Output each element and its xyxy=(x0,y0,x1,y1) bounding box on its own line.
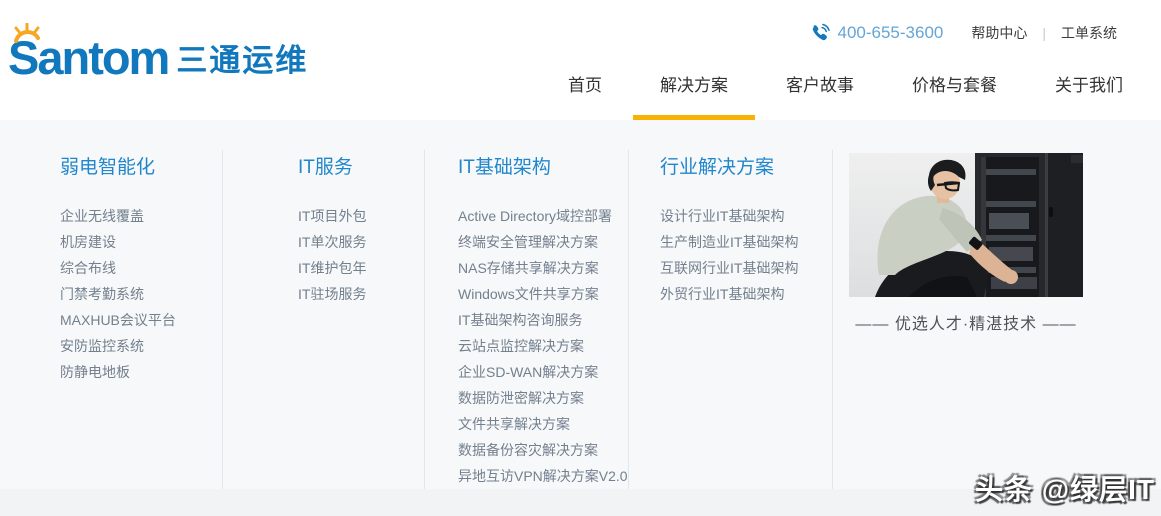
menu-column-industry-solutions: 行业解决方案 设计行业IT基础架构 生产制造业IT基础架构 互联网行业IT基础架… xyxy=(660,156,798,307)
site-logo[interactable]: Santom 三通运维 xyxy=(8,26,308,82)
column-title[interactable]: IT基础架构 xyxy=(458,156,628,180)
menu-column-it-services: IT服务 IT项目外包 IT单次服务 IT维护包年 IT驻场服务 xyxy=(298,156,366,307)
menu-item[interactable]: 门禁考勤系统 xyxy=(60,281,176,307)
menu-item[interactable]: Active Directory域控部署 xyxy=(458,203,628,229)
menu-item[interactable]: 防静电地板 xyxy=(60,359,176,385)
menu-item[interactable]: IT基础架构咨询服务 xyxy=(458,307,628,333)
menu-item[interactable]: 企业无线覆盖 xyxy=(60,203,176,229)
nav-tab-label: 价格与套餐 xyxy=(912,76,997,95)
menu-item[interactable]: NAS存储共享解决方案 xyxy=(458,255,628,281)
column-divider xyxy=(424,150,425,489)
nav-tab-pricing[interactable]: 价格与套餐 xyxy=(912,76,997,120)
menu-item[interactable]: 终端安全管理解决方案 xyxy=(458,229,628,255)
menu-item[interactable]: 企业SD-WAN解决方案 xyxy=(458,359,628,385)
menu-item[interactable]: 数据备份容灾解决方案 xyxy=(458,437,628,463)
menu-item[interactable]: IT项目外包 xyxy=(298,203,366,229)
sunburst-icon xyxy=(12,23,42,50)
menu-item[interactable]: 异地互访VPN解决方案V2.0 xyxy=(458,463,628,489)
menu-column-it-infrastructure: IT基础架构 Active Directory域控部署 终端安全管理解决方案 N… xyxy=(458,156,628,489)
menu-item[interactable]: 数据防泄密解决方案 xyxy=(458,385,628,411)
column-title[interactable]: 弱电智能化 xyxy=(60,156,176,180)
nav-tab-label: 首页 xyxy=(568,76,602,95)
nav-tab-label: 解决方案 xyxy=(660,76,728,95)
menu-item[interactable]: 互联网行业IT基础架构 xyxy=(660,255,798,281)
menu-item[interactable]: Windows文件共享方案 xyxy=(458,281,628,307)
site-header: Santom 三通运维 400-655-3600 帮助中心 | 工单系统 首页 … xyxy=(0,0,1161,120)
menu-item[interactable]: IT维护包年 xyxy=(298,255,366,281)
menu-item[interactable]: 综合布线 xyxy=(60,255,176,281)
menu-item[interactable]: 设计行业IT基础架构 xyxy=(660,203,798,229)
nav-tab-customer-stories[interactable]: 客户故事 xyxy=(786,76,854,120)
column-title[interactable]: IT服务 xyxy=(298,156,366,180)
column-divider xyxy=(628,150,629,489)
promo-caption: —— 优选人才·精湛技术 —— xyxy=(849,310,1083,334)
nav-tab-label: 客户故事 xyxy=(786,76,854,95)
menu-item[interactable]: 云站点监控解决方案 xyxy=(458,333,628,359)
mega-menu-panel: 弱电智能化 企业无线覆盖 机房建设 综合布线 门禁考勤系统 MAXHUB会议平台… xyxy=(0,120,1161,489)
menu-item[interactable]: 文件共享解决方案 xyxy=(458,411,628,437)
menu-item[interactable]: 安防监控系统 xyxy=(60,333,176,359)
menu-item[interactable]: 外贸行业IT基础架构 xyxy=(660,281,798,307)
menu-item[interactable]: 机房建设 xyxy=(60,229,176,255)
toutiao-watermark: 头条 @绿层IT xyxy=(975,468,1155,508)
menu-item[interactable]: IT驻场服务 xyxy=(298,281,366,307)
nav-tab-about[interactable]: 关于我们 xyxy=(1055,76,1123,120)
menu-column-low-voltage: 弱电智能化 企业无线覆盖 机房建设 综合布线 门禁考勤系统 MAXHUB会议平台… xyxy=(60,156,176,385)
column-title[interactable]: 行业解决方案 xyxy=(660,156,798,180)
menu-item[interactable]: MAXHUB会议平台 xyxy=(60,307,176,333)
nav-tab-solutions[interactable]: 解决方案 xyxy=(660,76,728,120)
logo-chinese-text: 三通运维 xyxy=(176,44,308,78)
nav-tab-label: 关于我们 xyxy=(1055,76,1123,95)
active-tab-indicator xyxy=(633,115,755,120)
main-nav: 首页 解决方案 客户故事 价格与套餐 关于我们 xyxy=(568,0,1123,120)
column-divider xyxy=(222,150,223,489)
promo-image xyxy=(849,153,1083,297)
nav-tab-home[interactable]: 首页 xyxy=(568,76,602,120)
menu-item[interactable]: IT单次服务 xyxy=(298,229,366,255)
column-divider xyxy=(832,150,833,489)
menu-item[interactable]: 生产制造业IT基础架构 xyxy=(660,229,798,255)
